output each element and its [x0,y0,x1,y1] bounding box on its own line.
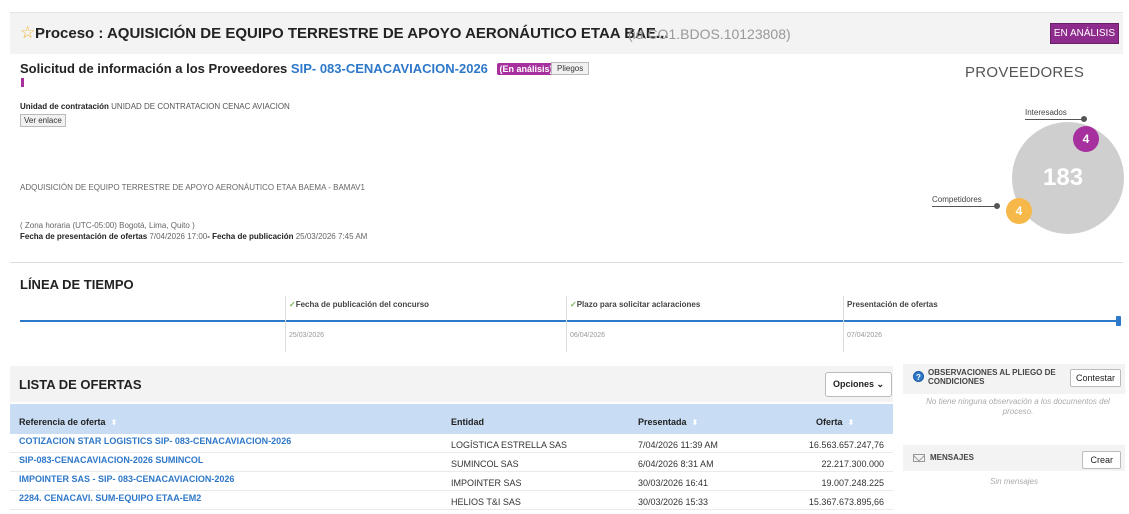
oferta-valor: 22.217.300.000 [821,459,884,469]
solicitud-heading: Solicitud de información a los Proveedor… [20,61,556,76]
process-title: Proceso : AQUISICIÓN DE EQUIPO TERRESTRE… [35,25,669,42]
observaciones-title: OBSERVACIONES AL PLIEGO DE CONDICIONES [928,368,1056,386]
table-row: COTIZACION STAR LOGISTICS SIP- 083-CENAC… [10,434,893,453]
competidores-count[interactable]: 4 [1006,198,1032,224]
mensajes-title: MENSAJES [930,453,975,462]
fecha-publicacion-label: - Fecha de publicación [207,232,294,241]
oferta-referencia-link[interactable]: COTIZACION STAR LOGISTICS SIP- 083-CENAC… [19,436,291,446]
interesados-label: Interesados [1025,108,1067,117]
oferta-entidad: IMPOINTER SAS [451,478,522,488]
check-icon: ✓ [570,300,577,309]
column-header-oferta[interactable]: Oferta ⬍ [816,417,854,427]
timeline-title: LÍNEA DE TIEMPO [20,277,134,292]
unidad-contratacion: Unidad de contratación UNIDAD DE CONTRAT… [20,102,290,111]
fecha-presentacion-label: Fecha de presentación de ofertas [20,232,148,241]
interesados-connector [1025,119,1083,120]
check-icon: ✓ [289,300,296,309]
competidores-label: Competidores [932,195,982,204]
timeline-event-date: 06/04/2026 [570,332,606,339]
crear-button[interactable]: Crear [1082,451,1121,469]
timeline-event-date: 25/03/2026 [289,332,325,339]
competidores-connector [932,206,998,207]
proveedores-title: PROVEEDORES [965,64,1085,81]
timeline-event-label: Presentación de ofertas [847,300,938,309]
oferta-presentada: 6/04/2026 8:31 AM [638,459,714,469]
question-icon: ? [913,371,924,382]
oferta-presentada: 30/03/2026 15:33 [638,497,709,507]
section-divider [10,262,1123,263]
process-title-bar: ☆ Proceso : AQUISICIÓN DE EQUIPO TERREST… [10,12,1123,54]
timezone-text: ( Zona horaria (UTC-05:00) Bogotá, Lima,… [20,221,195,230]
table-row: 2284. CENACAVI. SUM-EQUIPO ETAA-EM2 HELI… [10,491,893,510]
solicitud-status-pill: (En análisis) [496,63,556,75]
contestar-button[interactable]: Contestar [1069,369,1121,387]
sort-icon[interactable]: ⬍ [848,418,855,427]
opciones-button[interactable]: Opciones ⌄ [825,372,893,397]
column-header-entidad: Entidad [451,417,484,427]
oferta-valor: 15.367.673.895,66 [808,497,884,507]
timeline-event-label: ✓Fecha de publicación del concurso [289,300,430,309]
sort-icon[interactable]: ⬍ [692,418,699,427]
fecha-publicacion-value: 25/03/2026 7:45 AM [295,232,368,241]
column-header-referencia[interactable]: Referencia de oferta ⬍ [19,417,117,427]
fecha-presentacion-value: 7/04/2026 17:00 [149,232,208,241]
timeline-event: Presentación de ofertas 07/04/2026 [843,296,938,352]
mensajes-empty-text: Sin mensajes [989,477,1039,486]
status-badge: EN ANÁLISIS [1049,23,1119,44]
timeline-end-marker [1116,316,1121,326]
ofertas-title: LISTA DE OFERTAS [19,377,142,392]
table-row: SIP-083-CENACAVIACION-2026 SUMINCOL SUMI… [10,453,893,472]
oferta-entidad: SUMINCOL SAS [451,459,519,469]
star-icon[interactable]: ☆ [20,23,35,43]
oferta-valor: 16.563.657.247,76 [808,440,884,450]
chevron-down-icon: ⌄ [876,379,885,389]
timeline-event-date: 07/04/2026 [847,332,883,339]
timeline-event: ✓Fecha de publicación del concurso 25/03… [285,296,429,352]
observaciones-empty-text: No tiene ninguna observación a los docum… [926,397,1110,416]
competidores-connector-dot [994,203,1000,209]
ofertas-table-header: Referencia de oferta ⬍ Entidad Presentada… [10,404,893,434]
oferta-presentada: 7/04/2026 11:39 AM [638,440,718,450]
process-description: ADQUISICIÓN DE EQUIPO TERRESTRE DE APOYO… [20,183,365,192]
mail-icon [913,454,925,462]
oferta-entidad: HELIOS T&I SAS [451,497,521,507]
oferta-referencia-link[interactable]: IMPOINTER SAS - SIP- 083-CENACAVIACION-2… [19,474,234,484]
oferta-valor: 19.007.248.225 [821,478,884,488]
status-indicator-bar [21,78,24,87]
column-header-presentada[interactable]: Presentada ⬍ [638,417,698,427]
ofertas-header: LISTA DE OFERTAS Opciones ⌄ [10,366,893,402]
process-id: (id.CO1.BDOS.10123808) [628,26,791,42]
table-row: IMPOINTER SAS - SIP- 083-CENACAVIACION-2… [10,472,893,491]
unidad-label: Unidad de contratación [20,102,109,111]
observaciones-panel: ? OBSERVACIONES AL PLIEGO DE CONDICIONES… [903,364,1125,394]
fechas-line: Fecha de presentación de ofertas 7/04/20… [20,232,367,241]
oferta-referencia-link[interactable]: 2284. CENACAVI. SUM-EQUIPO ETAA-EM2 [19,493,201,503]
ver-enlace-button[interactable]: Ver enlace [20,114,66,127]
solicitud-code-link[interactable]: SIP- 083-CENACAVIACION-2026 [291,61,488,76]
interesados-connector-dot [1081,116,1087,122]
mensajes-panel: MENSAJES Crear [903,445,1125,471]
sort-icon[interactable]: ⬍ [111,418,118,427]
timeline-event-label: ✓Plazo para solicitar aclaraciones [570,300,701,309]
pliegos-button[interactable]: Pliegos [551,62,590,75]
unidad-value: UNIDAD DE CONTRATACION CENAC AVIACION [111,102,290,111]
oferta-referencia-link[interactable]: SIP-083-CENACAVIACION-2026 SUMINCOL [19,455,203,465]
interesados-count[interactable]: 4 [1073,126,1099,152]
solicitud-label: Solicitud de información a los Proveedor… [20,61,288,76]
oferta-presentada: 30/03/2026 16:41 [638,478,709,488]
total-proveedores-count: 183 [1043,164,1084,191]
timeline-event: ✓Plazo para solicitar aclaraciones 06/04… [566,296,700,352]
oferta-entidad: LOGÍSTICA ESTRELLA SAS [451,440,568,450]
